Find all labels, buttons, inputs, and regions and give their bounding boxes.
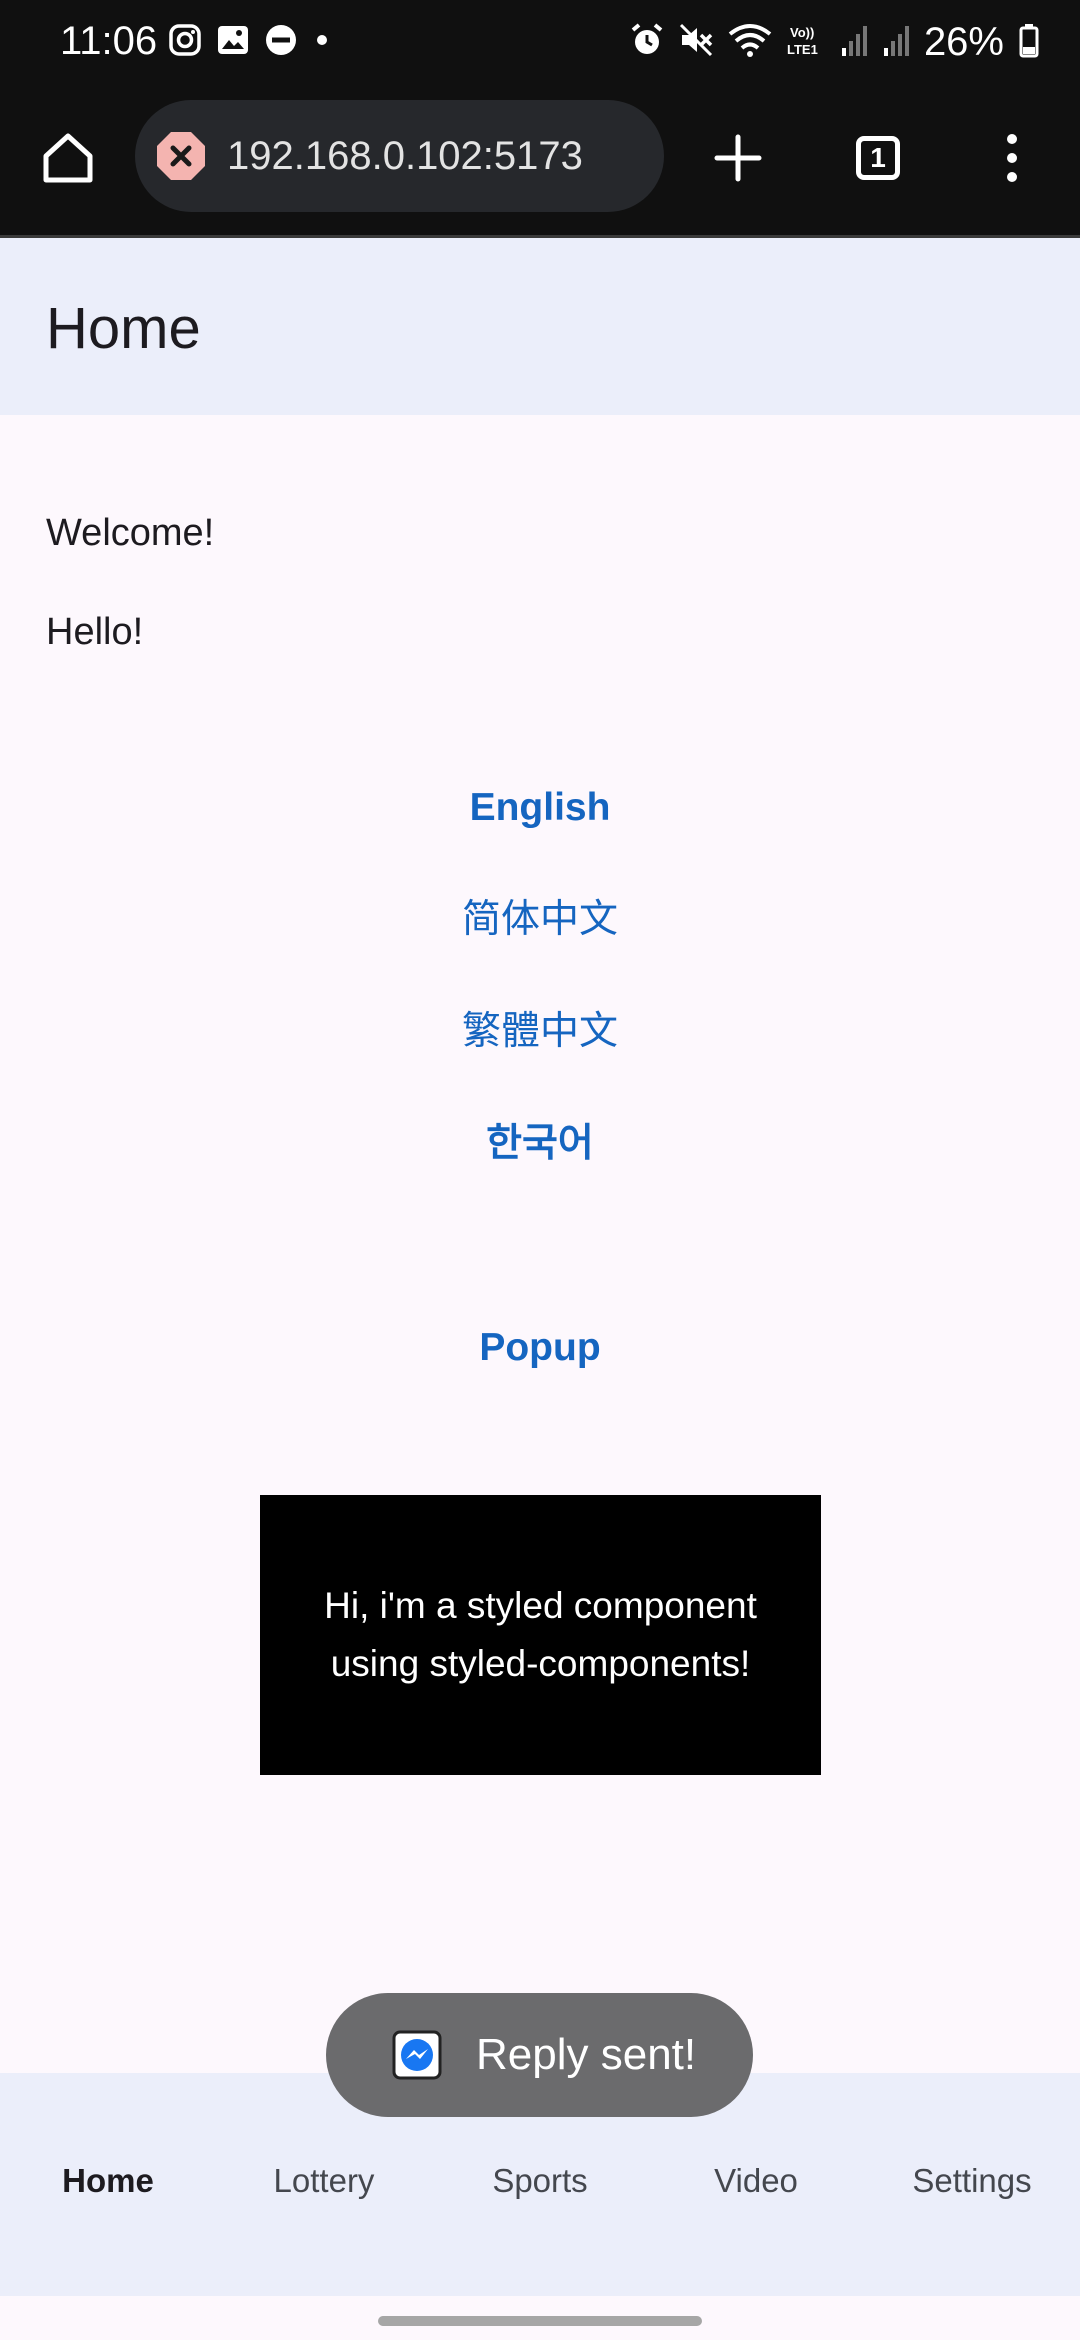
signal-icon [840,22,868,63]
app-header: Home [0,238,1080,415]
toast-notification: Reply sent! [326,1993,753,2117]
tab-count: 1 [856,136,900,180]
svg-text:LTE1: LTE1 [787,42,818,57]
nav-item-lottery[interactable]: Lottery [216,2159,432,2203]
do-not-disturb-icon [264,23,298,62]
address-bar[interactable]: 192.168.0.102:5173 [135,100,664,212]
styled-component-box: Hi, i'm a styled component using styled-… [260,1495,821,1775]
hello-text: Hello! [46,611,144,653]
gesture-area [0,2296,1080,2340]
volte-lte-icon: Vo)) LTE1 [786,22,826,63]
more-vert-icon [1007,134,1017,182]
signal-icon [882,22,910,63]
url-text[interactable]: 192.168.0.102:5173 [227,134,583,179]
connection-error-icon[interactable] [155,130,207,182]
styled-component-text: Hi, i'm a styled component using styled-… [324,1585,757,1684]
instagram-icon [168,23,202,62]
alarm-icon [630,22,664,63]
battery-icon [1018,22,1040,63]
messenger-icon [392,2030,442,2080]
notification-dot-icon [312,23,332,62]
language-simplified-chinese-button[interactable]: 简体中文 [340,894,740,946]
browser-home-button[interactable] [36,126,100,190]
nav-item-video[interactable]: Video [648,2159,864,2203]
new-tab-button[interactable] [706,126,770,190]
nav-item-sports[interactable]: Sports [432,2159,648,2203]
status-left-icons [168,23,332,62]
language-korean-button[interactable]: 한국어 [340,1118,740,1170]
welcome-text: Welcome! [46,512,215,554]
status-bar: 11:06 Vo)) LTE1 26% [0,0,1080,82]
gallery-icon [216,23,250,62]
home-icon [43,133,93,183]
svg-text:Vo)): Vo)) [790,25,814,40]
battery-percent: 26% [923,20,1004,64]
browser-menu-button[interactable] [990,126,1034,190]
gesture-handle[interactable] [378,2316,702,2326]
browser-toolbar: 192.168.0.102:5173 1 [0,82,1080,238]
status-right-icons: Vo)) LTE1 26% [630,18,1040,66]
popup-button[interactable]: Popup [340,1322,740,1374]
toast-text: Reply sent! [476,2030,697,2079]
wifi-icon [728,22,772,63]
nav-item-settings[interactable]: Settings [864,2159,1080,2203]
tab-switcher-button[interactable]: 1 [846,126,910,190]
plus-icon [714,134,762,182]
mute-icon [678,22,714,63]
language-traditional-chinese-button[interactable]: 繁體中文 [340,1006,740,1058]
page-title: Home [46,296,201,361]
language-english-button[interactable]: English [340,782,740,834]
status-time: 11:06 [60,19,158,63]
nav-item-home[interactable]: Home [0,2159,216,2203]
